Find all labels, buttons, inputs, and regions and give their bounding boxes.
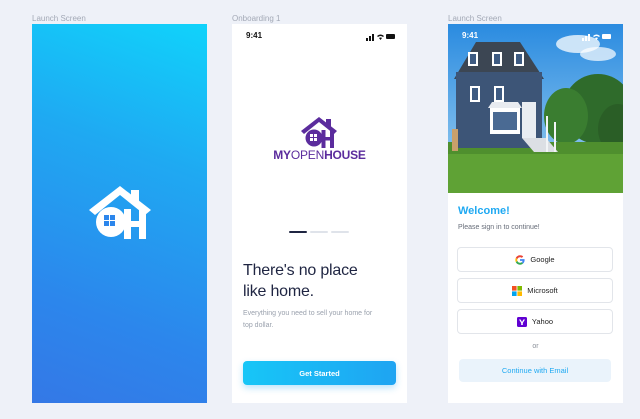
page-dot-active [289, 231, 307, 233]
yahoo-label: Yahoo [531, 317, 554, 326]
status-time: 9:41 [246, 31, 263, 40]
status-icons [582, 34, 611, 41]
google-icon [515, 254, 526, 265]
signin-prompt: Please sign in to continue! [458, 224, 540, 231]
get-started-button[interactable]: Get Started [243, 361, 396, 385]
house-logo-icon [301, 117, 337, 148]
onboarding-subtext: Everything you need to sell your home fo… [243, 310, 373, 329]
page-dot [310, 231, 328, 233]
frame-label-signin: Launch Screen [448, 14, 502, 23]
welcome-heading: Welcome! [458, 205, 510, 217]
google-signin-button[interactable]: Google [457, 247, 613, 272]
house-photo [448, 24, 623, 193]
status-bar: 9:41 [448, 31, 623, 43]
status-icons [366, 34, 395, 41]
page-dot [331, 231, 349, 233]
google-label: Google [530, 255, 555, 264]
frame-label-onboarding: Onboarding 1 [232, 14, 281, 23]
or-separator: or [532, 343, 539, 350]
continue-with-email-button[interactable]: Continue with Email [459, 359, 611, 382]
status-bar: 9:41 [232, 31, 407, 43]
status-time: 9:41 [462, 31, 479, 40]
yahoo-signin-button[interactable]: Yahoo [457, 309, 613, 334]
frame-label-launch: Launch Screen [32, 14, 86, 23]
microsoft-label: Microsoft [527, 286, 558, 295]
onboarding-headline: There's no place like home. [243, 262, 358, 300]
yahoo-icon [516, 316, 527, 327]
microsoft-icon [512, 285, 523, 296]
launch-screen [32, 24, 207, 403]
signin-screen: 9:41 Welcome! Please sign in to continue… [448, 24, 623, 403]
house-logo-icon [89, 186, 151, 239]
onboarding-screen: 9:41 MYOPENHOUSE There's no place like h… [232, 24, 407, 403]
brand-wordmark: MYOPENHOUSE [273, 148, 366, 162]
microsoft-signin-button[interactable]: Microsoft [457, 278, 613, 303]
